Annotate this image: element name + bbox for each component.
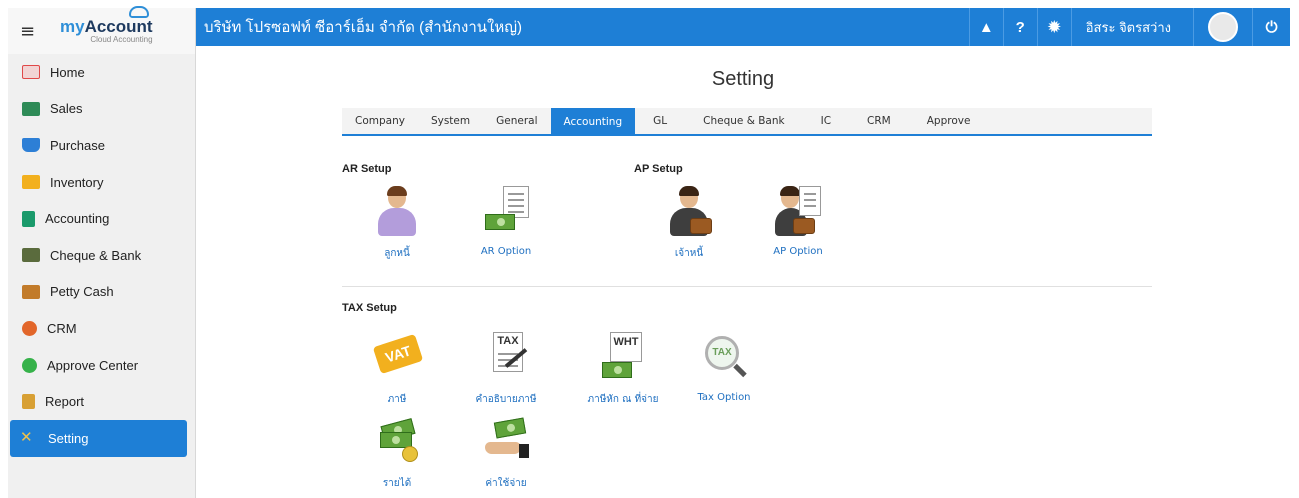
creditor-person-icon: [664, 186, 714, 236]
home-icon: [22, 65, 40, 80]
tab-ic[interactable]: IC: [803, 108, 849, 134]
tax-document-icon: TAX: [481, 332, 531, 382]
settings-tabs: Company System General Accounting GL Che…: [342, 108, 1152, 136]
sidebar-item-label: Home: [50, 64, 85, 80]
tax-magnifier-icon: TAX: [699, 332, 749, 382]
main-content: Setting Company System General Accountin…: [196, 46, 1290, 498]
logo-tagline: Cloud Accounting: [90, 35, 153, 44]
avatar-image: [1208, 12, 1238, 42]
sidebar-item-label: Inventory: [50, 174, 104, 190]
debtor-tile[interactable]: ลูกหนี้: [347, 186, 447, 261]
ap-option-icon: [773, 186, 823, 236]
sidebar-item-sales[interactable]: Sales: [8, 91, 195, 128]
vat-tag-icon: VAT: [372, 332, 424, 382]
tab-company[interactable]: Company: [342, 108, 418, 134]
coin-icon: [402, 446, 418, 462]
sidebar-item-report[interactable]: Report: [8, 383, 195, 420]
sidebar-item-label: Accounting: [45, 211, 110, 227]
sidebar-item-purchase[interactable]: Purchase: [8, 127, 195, 164]
notification-bell-icon[interactable]: ▲: [968, 8, 1003, 46]
wallet-icon: [22, 284, 40, 299]
creditor-label: เจ้าหนี้: [674, 248, 704, 259]
sidebar-item-home[interactable]: Home: [8, 54, 195, 91]
app-logo[interactable]: myAccount Cloud Accounting: [60, 6, 153, 44]
expense-tile[interactable]: ค่าใช้จ่าย: [456, 416, 556, 491]
sidebar-item-label: Setting: [48, 430, 89, 446]
creditor-tile[interactable]: เจ้าหนี้: [639, 186, 739, 261]
sidebar-item-petty-cash[interactable]: Petty Cash: [8, 274, 195, 311]
section-divider: [342, 286, 1152, 287]
tab-accounting[interactable]: Accounting: [550, 108, 636, 136]
sidebar-item-label: Purchase: [50, 137, 105, 153]
cloud-icon: [128, 6, 149, 18]
expense-label: ค่าใช้จ่าย: [485, 478, 527, 489]
ar-option-icon: [481, 186, 531, 236]
tab-cheque-bank[interactable]: Cheque & Bank: [685, 108, 802, 134]
report-icon: [22, 394, 35, 410]
tax-label: ภาษี: [387, 394, 407, 405]
debtor-label: ลูกหนี้: [384, 248, 410, 259]
withholding-tax-tile[interactable]: WHT ภาษีหัก ณ ที่จ่าย: [573, 332, 673, 407]
sidebar-item-setting[interactable]: ✕ Setting: [10, 419, 187, 457]
check-circle-icon: [22, 357, 37, 373]
ar-option-label: AR Option: [480, 246, 532, 257]
crm-icon: [22, 320, 37, 336]
logo-prefix: my: [60, 17, 85, 36]
tab-crm[interactable]: CRM: [849, 108, 909, 134]
user-name[interactable]: อิสระ จิตรสว่าง: [1070, 8, 1193, 46]
sidebar-item-approve-center[interactable]: Approve Center: [8, 347, 195, 384]
help-button[interactable]: ?: [1002, 8, 1037, 46]
sidebar-item-label: Report: [45, 394, 85, 410]
logo-brand: Account: [84, 17, 153, 36]
avatar[interactable]: [1193, 8, 1252, 46]
tab-gl[interactable]: GL: [635, 108, 685, 134]
sidebar-item-label: Cheque & Bank: [50, 247, 142, 263]
company-name[interactable]: บริษัท โปรซอฟท์ ซีอาร์เอ็ม จำกัด (สำนักง…: [196, 15, 969, 39]
sidebar-brand: ≡ myAccount Cloud Accounting: [8, 6, 195, 54]
income-money-icon: [372, 416, 422, 466]
sidebar-item-label: Approve Center: [47, 357, 139, 373]
tab-general[interactable]: General: [483, 108, 550, 134]
tools-icon: ✕: [20, 429, 33, 447]
sidebar-item-label: Petty Cash: [50, 284, 114, 300]
sidebar-item-cheque-bank[interactable]: Cheque & Bank: [8, 237, 195, 274]
sidebar: ≡ myAccount Cloud Accounting Home Sales …: [8, 6, 196, 498]
settings-gear-icon[interactable]: ✹: [1036, 8, 1071, 46]
cart-icon: [22, 138, 40, 153]
app-window: ≡ myAccount Cloud Accounting Home Sales …: [8, 6, 1290, 498]
ar-setup-title: AR Setup: [342, 163, 392, 175]
tax-option-tile[interactable]: TAX Tax Option: [674, 332, 774, 403]
debtor-person-icon: [372, 186, 422, 236]
tax-description-tile[interactable]: TAX คำอธิบายภาษี: [456, 332, 556, 407]
ap-setup-title: AP Setup: [634, 163, 683, 175]
sidebar-item-label: Sales: [50, 101, 83, 117]
ap-option-tile[interactable]: AP Option: [748, 186, 848, 257]
tax-tile[interactable]: VAT ภาษี: [347, 332, 447, 407]
tab-system[interactable]: System: [418, 108, 483, 134]
ar-option-tile[interactable]: AR Option: [456, 186, 556, 257]
tax-option-label: Tax Option: [697, 392, 751, 403]
sidebar-item-crm[interactable]: CRM: [8, 310, 195, 347]
sidebar-item-inventory[interactable]: Inventory: [8, 164, 195, 201]
wht-icon: WHT: [598, 332, 648, 382]
hamburger-menu-icon[interactable]: ≡: [20, 21, 46, 42]
ap-option-label: AP Option: [773, 246, 823, 257]
page-title: Setting: [711, 68, 775, 90]
top-bar: บริษัท โปรซอฟท์ ซีอาร์เอ็ม จำกัด (สำนักง…: [196, 8, 1290, 46]
income-label: รายได้: [382, 478, 412, 489]
tax-description-label: คำอธิบายภาษี: [475, 394, 537, 405]
ledger-icon: [22, 210, 35, 227]
income-tile[interactable]: รายได้: [347, 416, 447, 491]
tax-setup-title: TAX Setup: [342, 302, 397, 314]
withholding-tax-label: ภาษีหัก ณ ที่จ่าย: [587, 394, 659, 405]
box-icon: [22, 175, 40, 190]
sidebar-item-accounting[interactable]: Accounting: [8, 200, 195, 237]
expense-hand-money-icon: [481, 416, 531, 466]
bank-icon: [22, 248, 40, 263]
sales-icon: [22, 101, 40, 116]
tab-approve[interactable]: Approve: [909, 108, 989, 134]
sidebar-item-label: CRM: [47, 320, 77, 336]
power-icon[interactable]: ⏻: [1252, 8, 1290, 46]
hand-icon: [485, 442, 521, 454]
